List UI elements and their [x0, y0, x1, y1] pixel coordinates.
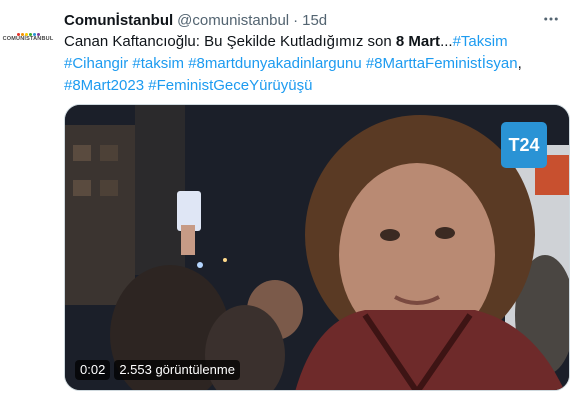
more-horizontal-icon-svg: [544, 17, 558, 21]
tweet-text-comma: ,: [517, 55, 522, 72]
display-name[interactable]: Comunİstanbul: [64, 12, 173, 29]
tweet-card[interactable]: COMUNİSTANBUL Comunİstanbul @comunistanb…: [0, 0, 570, 403]
video-duration: 0:02: [75, 360, 111, 380]
more-horizontal-icon[interactable]: [538, 8, 564, 30]
header-separator: ·: [293, 11, 299, 29]
tweet-header: Comunİstanbul @comunistanbul · 15d: [64, 10, 560, 30]
tweet-text-lead: Canan Kaftancıoğlu: Bu Şekilde Kutladığı…: [64, 33, 396, 50]
hashtag-links[interactable]: #8Mart2023 #FeministGeceYürüyüşü: [64, 77, 312, 94]
avatar[interactable]: COMUNİSTANBUL: [2, 14, 54, 62]
tweet-text: Canan Kaftancıoğlu: Bu Şekilde Kutladığı…: [64, 31, 564, 97]
tweet-timestamp[interactable]: 15d: [302, 12, 327, 29]
video-player[interactable]: T24 0:02 2.553 görüntülenme: [64, 104, 570, 391]
video-badges: 0:02 2.553 görüntülenme: [75, 360, 240, 380]
video-view-count: 2.553 görüntülenme: [114, 360, 240, 380]
hashtag-links[interactable]: #Cihangir #taksim #8martdunyakadinlargun…: [64, 55, 518, 72]
avatar-logo-text: COMUNİSTANBUL: [2, 36, 54, 43]
video-frame: [65, 105, 569, 390]
user-handle[interactable]: @comunistanbul: [177, 12, 289, 29]
tweet-text-bold: 8 Mart: [395, 33, 441, 50]
t24-logo: T24: [501, 122, 547, 168]
hashtag-link[interactable]: #Taksim: [453, 33, 508, 50]
tweet-text-ellipsis: ...: [440, 33, 453, 50]
